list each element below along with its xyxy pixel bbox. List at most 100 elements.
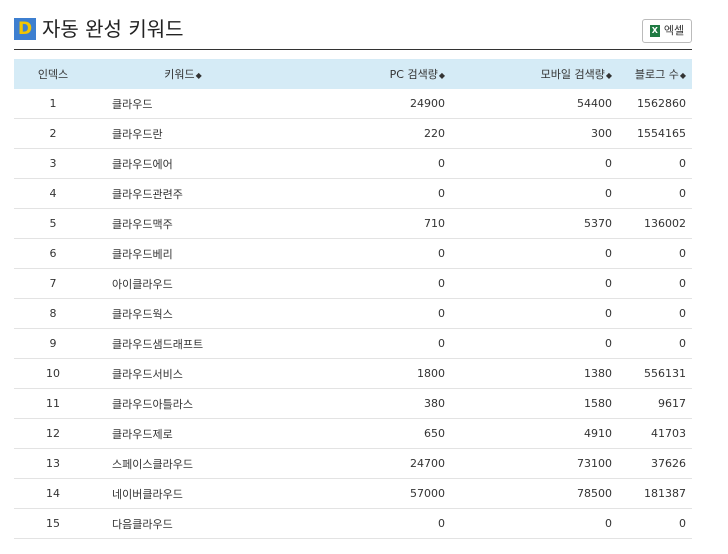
table-row: 11 클라우드아틀라스 380 1580 9617 — [14, 388, 692, 419]
cell-mobile-volume: 0 — [451, 148, 618, 179]
cell-blog-count: 136002 — [618, 208, 692, 239]
page-title: 자동 완성 키워드 — [42, 17, 184, 41]
cell-pc-volume: 0 — [274, 178, 451, 209]
column-header-mobile-volume[interactable]: 모바일 검색량◆ — [451, 59, 618, 89]
cell-keyword: 스페이스클라우드 — [92, 448, 274, 479]
cell-pc-volume: 380 — [274, 388, 451, 419]
cell-keyword: 클라우드베리 — [92, 238, 274, 269]
cell-pc-volume: 0 — [274, 238, 451, 269]
cell-mobile-volume: 4910 — [451, 418, 618, 449]
cell-index: 2 — [14, 118, 92, 149]
table-header-row: 인덱스 키워드◆ PC 검색량◆ 모바일 검색량◆ 블로그 수◆ — [14, 59, 692, 89]
cell-index: 11 — [14, 388, 92, 419]
cell-index: 10 — [14, 358, 92, 389]
sort-icon[interactable]: ◆ — [196, 71, 202, 80]
cell-keyword: 클라우드에어 — [92, 148, 274, 179]
cell-blog-count: 1554165 — [618, 118, 692, 149]
column-header-blog-count[interactable]: 블로그 수◆ — [618, 59, 692, 89]
cell-pc-volume: 0 — [274, 268, 451, 299]
cell-mobile-volume: 0 — [451, 238, 618, 269]
cell-keyword: 클라우드관련주 — [92, 178, 274, 209]
table-row: 8 클라우드웍스 0 0 0 — [14, 298, 692, 329]
excel-icon: X — [649, 25, 660, 37]
cell-keyword: 클라우드아틀라스 — [92, 388, 274, 419]
cell-index: 13 — [14, 448, 92, 479]
cell-pc-volume: 1800 — [274, 358, 451, 389]
cell-blog-count: 0 — [618, 268, 692, 299]
cell-keyword: 클라우드제로 — [92, 418, 274, 449]
cell-index: 1 — [14, 88, 92, 119]
cell-mobile-volume: 5370 — [451, 208, 618, 239]
cell-keyword: 네이버클라우드 — [92, 478, 274, 509]
table-body: 1 클라우드 24900 54400 1562860 2 클라우드란 220 300 155416… — [14, 88, 692, 539]
table-row: 12 클라우드제로 650 4910 41703 — [14, 418, 692, 449]
cell-mobile-volume: 1380 — [451, 358, 618, 389]
cell-index: 12 — [14, 418, 92, 449]
cell-mobile-volume: 0 — [451, 268, 618, 299]
cell-index: 7 — [14, 268, 92, 299]
cell-blog-count: 556131 — [618, 358, 692, 389]
table-row: 15 다음클라우드 0 0 0 — [14, 508, 692, 539]
table-row: 3 클라우드에어 0 0 0 — [14, 148, 692, 179]
table-row: 1 클라우드 24900 54400 1562860 — [14, 88, 692, 119]
cell-blog-count: 0 — [618, 298, 692, 329]
cell-index: 4 — [14, 178, 92, 209]
column-header-pc-volume[interactable]: PC 검색량◆ — [274, 59, 451, 89]
logo-icon: D — [14, 18, 36, 40]
cell-pc-volume: 57000 — [274, 478, 451, 509]
cell-blog-count: 0 — [618, 238, 692, 269]
table-row: 4 클라우드관련주 0 0 0 — [14, 178, 692, 209]
column-header-index: 인덱스 — [14, 59, 92, 89]
cell-blog-count: 41703 — [618, 418, 692, 449]
cell-pc-volume: 0 — [274, 508, 451, 539]
cell-index: 5 — [14, 208, 92, 239]
cell-index: 14 — [14, 478, 92, 509]
cell-keyword: 클라우드서비스 — [92, 358, 274, 389]
sort-icon[interactable]: ◆ — [680, 71, 686, 80]
cell-blog-count: 1562860 — [618, 88, 692, 119]
cell-index: 8 — [14, 298, 92, 329]
table-row: 9 클라우드샘드래프트 0 0 0 — [14, 328, 692, 359]
cell-pc-volume: 0 — [274, 148, 451, 179]
sort-icon[interactable]: ◆ — [439, 71, 445, 80]
table-row: 6 클라우드베리 0 0 0 — [14, 238, 692, 269]
cell-keyword: 클라우드맥주 — [92, 208, 274, 239]
cell-keyword: 아이클라우드 — [92, 268, 274, 299]
cell-keyword: 클라우드란 — [92, 118, 274, 149]
page-header: D 자동 완성 키워드 X 엑셀 — [14, 14, 692, 50]
table-row: 13 스페이스클라우드 24700 73100 37626 — [14, 448, 692, 479]
cell-pc-volume: 0 — [274, 298, 451, 329]
cell-index: 15 — [14, 508, 92, 539]
table-row: 7 아이클라우드 0 0 0 — [14, 268, 692, 299]
cell-keyword: 클라우드 — [92, 88, 274, 119]
cell-pc-volume: 24900 — [274, 88, 451, 119]
cell-mobile-volume: 73100 — [451, 448, 618, 479]
cell-mobile-volume: 0 — [451, 508, 618, 539]
keyword-table: 인덱스 키워드◆ PC 검색량◆ 모바일 검색량◆ 블로그 수◆ 1 클라우드 24… — [14, 59, 692, 539]
cell-pc-volume: 650 — [274, 418, 451, 449]
cell-keyword: 다음클라우드 — [92, 508, 274, 539]
cell-blog-count: 181387 — [618, 478, 692, 509]
cell-mobile-volume: 1580 — [451, 388, 618, 419]
table-row: 2 클라우드란 220 300 1554165 — [14, 118, 692, 149]
cell-pc-volume: 0 — [274, 328, 451, 359]
cell-index: 6 — [14, 238, 92, 269]
cell-blog-count: 37626 — [618, 448, 692, 479]
cell-index: 3 — [14, 148, 92, 179]
cell-blog-count: 0 — [618, 148, 692, 179]
table-row: 14 네이버클라우드 57000 78500 181387 — [14, 478, 692, 509]
table-row: 10 클라우드서비스 1800 1380 556131 — [14, 358, 692, 389]
column-header-keyword[interactable]: 키워드◆ — [92, 59, 274, 89]
cell-pc-volume: 710 — [274, 208, 451, 239]
cell-mobile-volume: 0 — [451, 298, 618, 329]
excel-export-button[interactable]: X 엑셀 — [642, 19, 692, 43]
cell-keyword: 클라우드웍스 — [92, 298, 274, 329]
cell-mobile-volume: 54400 — [451, 88, 618, 119]
excel-button-label: 엑셀 — [663, 24, 685, 37]
cell-blog-count: 0 — [618, 508, 692, 539]
cell-keyword: 클라우드샘드래프트 — [92, 328, 274, 359]
cell-mobile-volume: 0 — [451, 328, 618, 359]
cell-mobile-volume: 78500 — [451, 478, 618, 509]
cell-mobile-volume: 300 — [451, 118, 618, 149]
sort-icon[interactable]: ◆ — [606, 71, 612, 80]
